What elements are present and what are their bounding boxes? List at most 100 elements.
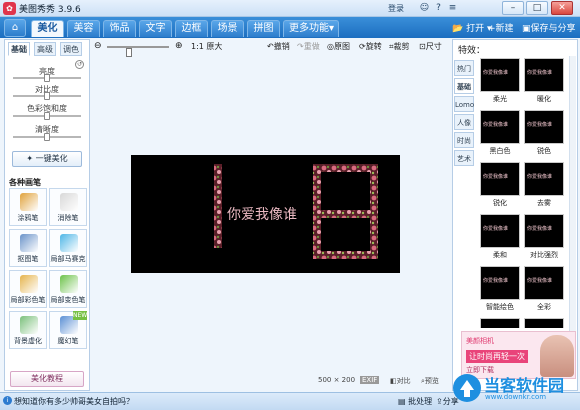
preview-button[interactable]: ⌕预览 <box>421 376 439 386</box>
slider-knob[interactable] <box>44 112 50 120</box>
effect-soft-light[interactable]: 你爱我像谁 <box>480 58 520 92</box>
eraser-icon <box>60 193 78 211</box>
zoom-in-icon[interactable]: ⊕ <box>175 41 183 51</box>
tab-text[interactable]: 文字 <box>139 20 172 37</box>
effect-sharpen[interactable]: 你爱我像谁 <box>480 162 520 196</box>
tab-frame[interactable]: 边框 <box>175 20 208 37</box>
actual-size-button[interactable]: 1:1 原大 <box>191 41 222 52</box>
effect-warm[interactable]: 你爱我像谁 <box>524 58 564 92</box>
effect-thumb-text: 你爱我像谁 <box>527 278 553 284</box>
effects-tab-fashion[interactable]: 时尚 <box>454 132 474 148</box>
tab-beautify[interactable]: 美化 <box>31 20 64 37</box>
one-key-beautify-button[interactable]: ✦ 一键美化 <box>12 151 82 167</box>
home-button[interactable]: ⌂ <box>4 19 26 37</box>
meitu-logo-icon: ✿ <box>3 2 16 15</box>
redo-button[interactable]: ↷重做 <box>297 41 320 52</box>
zoom-out-icon[interactable]: ⊖ <box>94 41 102 51</box>
magic-icon: ✦ <box>26 154 34 163</box>
status-tip-link[interactable]: 想知道你有多少帅哥美女自拍吗？ <box>14 396 134 407</box>
batch-process-button[interactable]: ▤ 批处理 <box>398 396 432 407</box>
brush-color[interactable]: 局部彩色笔 <box>9 270 47 308</box>
brush-recolor[interactable]: 局部变色笔 <box>49 270 87 308</box>
minimize-button[interactable]: – <box>502 1 524 15</box>
effects-tab-portrait[interactable]: 人像 <box>454 114 474 130</box>
tab-more-functions[interactable]: 更多功能▾ <box>283 20 339 37</box>
brush-magic[interactable]: 魔幻笔 NEW <box>49 311 87 349</box>
resize-button[interactable]: ⊡尺寸 <box>419 41 442 52</box>
login-link[interactable]: 登录 <box>388 3 404 14</box>
tab-collage[interactable]: 拼图 <box>247 20 280 37</box>
effect-more-thumb[interactable] <box>480 318 520 328</box>
exif-icon[interactable]: EXIF <box>360 376 380 384</box>
contrast-slider[interactable] <box>13 92 81 100</box>
brush-eraser[interactable]: 消除笔 <box>49 188 87 226</box>
ad-slogan: 让时尚再轻一次 <box>466 350 528 363</box>
effect-sharp-color[interactable]: 你爱我像谁 <box>524 110 564 144</box>
open-button[interactable]: 📂 打开 ▾ <box>452 21 492 34</box>
tutorial-button[interactable]: 美化教程 <box>10 371 84 387</box>
effect-label: 黑白色 <box>489 147 511 155</box>
brush-bg-blur[interactable]: 背景虚化 <box>9 311 47 349</box>
app-window: ✿ 美图秀秀 3.9.6 登录 ☺ ? ≡ – □ ✕ ⌂ 美化 美容 饰品 文… <box>0 0 580 410</box>
brush-doodle[interactable]: 涂鸦笔 <box>9 188 47 226</box>
effect-thumb-text: 你爱我像谁 <box>483 122 509 128</box>
saturation-slider[interactable] <box>13 112 81 120</box>
zoom-slider[interactable] <box>107 46 169 57</box>
photo-canvas[interactable]: 你爱我像谁 <box>131 155 400 273</box>
original-label: 原图 <box>333 42 350 51</box>
sharpness-slider[interactable] <box>13 133 81 141</box>
crop-button[interactable]: ⌗裁剪 <box>389 41 410 52</box>
undo-button[interactable]: ↶撤销 <box>267 41 290 52</box>
folder-icon: 📂 <box>452 24 464 34</box>
tab-advanced[interactable]: 高级 <box>34 42 56 56</box>
brush-cutout[interactable]: 抠图笔 <box>9 229 47 267</box>
tab-color-adjust[interactable]: 调色 <box>60 42 82 56</box>
effect-full-color[interactable]: 你爱我像谁 <box>524 266 564 300</box>
effects-tab-lomo[interactable]: Lomo <box>454 96 474 112</box>
effects-tab-hot[interactable]: 热门 <box>454 60 474 76</box>
effects-tab-basic[interactable]: 基础 <box>454 78 474 94</box>
maximize-button[interactable]: □ <box>526 1 548 15</box>
brightness-slider[interactable] <box>13 74 81 82</box>
brush-label: 消除笔 <box>57 214 79 222</box>
menu-icon[interactable]: ≡ <box>446 2 459 14</box>
brush-label: 局部彩色笔 <box>10 296 46 304</box>
one-key-label: 一键美化 <box>35 154 68 163</box>
original-icon: ◎ <box>327 42 334 51</box>
save-share-button[interactable]: ▣保存与分享 <box>522 21 576 34</box>
brush-label: 局部马赛克 <box>50 255 86 263</box>
watermark-url: www.downkr.com <box>485 393 547 401</box>
tab-scene[interactable]: 场景 <box>211 20 244 37</box>
brush-label: 涂鸦笔 <box>17 214 39 222</box>
brush-mosaic[interactable]: 局部马赛克 <box>49 229 87 267</box>
effect-smart-color[interactable]: 你爱我像谁 <box>480 266 520 300</box>
effects-scrollbar[interactable] <box>569 56 576 356</box>
brush-label: 局部变色笔 <box>50 296 86 304</box>
close-button[interactable]: ✕ <box>551 1 573 15</box>
tutorial-label: 美化教程 <box>31 374 63 383</box>
new-button[interactable]: +新建 <box>488 21 514 34</box>
slider-knob[interactable] <box>44 92 50 100</box>
resize-icon: ⊡ <box>419 42 426 51</box>
slider-knob[interactable] <box>44 133 50 141</box>
effect-dehaze[interactable]: 你爱我像谁 <box>524 162 564 196</box>
zoom-knob[interactable] <box>126 48 132 57</box>
preview-label: 预览 <box>424 377 439 385</box>
tab-basic[interactable]: 基础 <box>8 42 30 56</box>
compare-button[interactable]: ◧对比 <box>390 376 411 386</box>
effect-black-white[interactable]: 你爱我像谁 <box>480 110 520 144</box>
effects-tab-art[interactable]: 艺术 <box>454 150 474 166</box>
effect-high-contrast[interactable]: 你爱我像谁 <box>524 214 564 248</box>
help-icon[interactable]: ? <box>432 2 445 14</box>
tab-beauty[interactable]: 美容 <box>67 20 100 37</box>
rotate-button[interactable]: ⟳旋转 <box>359 41 382 52</box>
effect-soft[interactable]: 你爱我像谁 <box>480 214 520 248</box>
zoom-fit-label: 1:1 <box>191 42 204 51</box>
user-icon[interactable]: ☺ <box>418 2 431 14</box>
effect-more-thumb[interactable] <box>524 318 564 328</box>
tab-accessories[interactable]: 饰品 <box>103 20 136 37</box>
slider-knob[interactable] <box>44 74 50 82</box>
app-title: 美图秀秀 3.9.6 <box>19 5 81 15</box>
original-button[interactable]: ◎原图 <box>327 41 350 52</box>
undo-label: 撤销 <box>273 42 290 51</box>
